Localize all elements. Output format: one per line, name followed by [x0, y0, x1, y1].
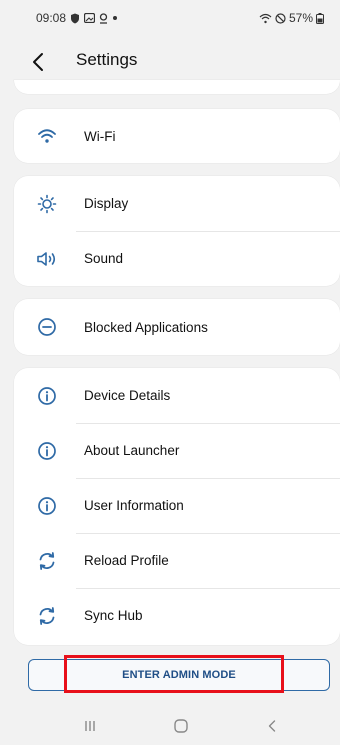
more-notifications-icon: [112, 15, 118, 21]
image-notification-icon: [84, 13, 96, 23]
battery-icon: [316, 12, 324, 24]
battery-level: 57%: [288, 11, 313, 25]
recent-apps-button[interactable]: [76, 715, 104, 737]
settings-item-label: Sound: [84, 251, 124, 266]
wifi-status-icon: [259, 13, 272, 24]
settings-item-label: Wi-Fi: [84, 128, 116, 144]
settings-item-wifi[interactable]: Wi-Fi: [14, 109, 340, 163]
settings-item-display[interactable]: Display: [14, 176, 340, 231]
settings-item-sync-hub[interactable]: Sync Hub: [14, 588, 340, 643]
minus-circle-icon: [36, 316, 58, 338]
card-top-partial: [14, 80, 340, 94]
status-bar: 09:08 57%: [0, 0, 340, 36]
back-button[interactable]: [24, 48, 52, 76]
enter-admin-mode-label: ENTER ADMIN MODE: [122, 669, 236, 681]
status-right: 57%: [259, 11, 324, 25]
settings-item-label: User Information: [84, 498, 184, 513]
settings-item-user-information[interactable]: User Information: [14, 478, 340, 533]
settings-item-sound[interactable]: Sound: [14, 231, 340, 286]
settings-item-label: Reload Profile: [84, 553, 169, 568]
brightness-icon: [36, 193, 58, 215]
info-icon: [36, 440, 58, 462]
status-time: 09:08: [36, 11, 67, 25]
settings-item-blocked-applications[interactable]: Blocked Applications: [14, 299, 340, 355]
info-icon: [36, 495, 58, 517]
back-nav-button[interactable]: [258, 715, 286, 737]
settings-item-label: Device Details: [84, 388, 171, 403]
home-button[interactable]: [167, 715, 195, 737]
page-title: Settings: [76, 50, 138, 69]
home-icon: [174, 719, 188, 733]
location-notification-icon: [99, 12, 108, 24]
header: Settings: [0, 42, 340, 80]
settings-item-label: Blocked Applications: [84, 319, 208, 335]
settings-item-device-details[interactable]: Device Details: [14, 368, 340, 423]
settings-item-reload-profile[interactable]: Reload Profile: [14, 533, 340, 588]
card-network: Wi-Fi: [14, 109, 340, 163]
do-not-disturb-icon: [275, 12, 286, 24]
back-nav-icon: [268, 720, 276, 732]
recent-apps-icon: [85, 721, 95, 731]
sync-icon: [36, 605, 58, 627]
info-icon: [36, 385, 58, 407]
status-left: 09:08: [36, 11, 118, 25]
card-display-sound: Display Sound: [14, 176, 340, 286]
card-info: Device Details About Launcher User Infor…: [14, 368, 340, 645]
settings-item-label: About Launcher: [84, 443, 180, 458]
enter-admin-mode-button[interactable]: ENTER ADMIN MODE: [28, 659, 330, 691]
chevron-left-icon: [33, 53, 43, 71]
settings-item-about-launcher[interactable]: About Launcher: [14, 423, 340, 478]
sync-icon: [36, 550, 58, 572]
card-blocked: Blocked Applications: [14, 299, 340, 355]
wifi-icon: [36, 125, 58, 147]
shield-notification-icon: [70, 13, 80, 24]
system-nav-bar: [0, 705, 340, 745]
speaker-icon: [36, 248, 58, 270]
settings-item-label: Sync Hub: [84, 608, 143, 623]
settings-item-label: Display: [84, 196, 129, 211]
